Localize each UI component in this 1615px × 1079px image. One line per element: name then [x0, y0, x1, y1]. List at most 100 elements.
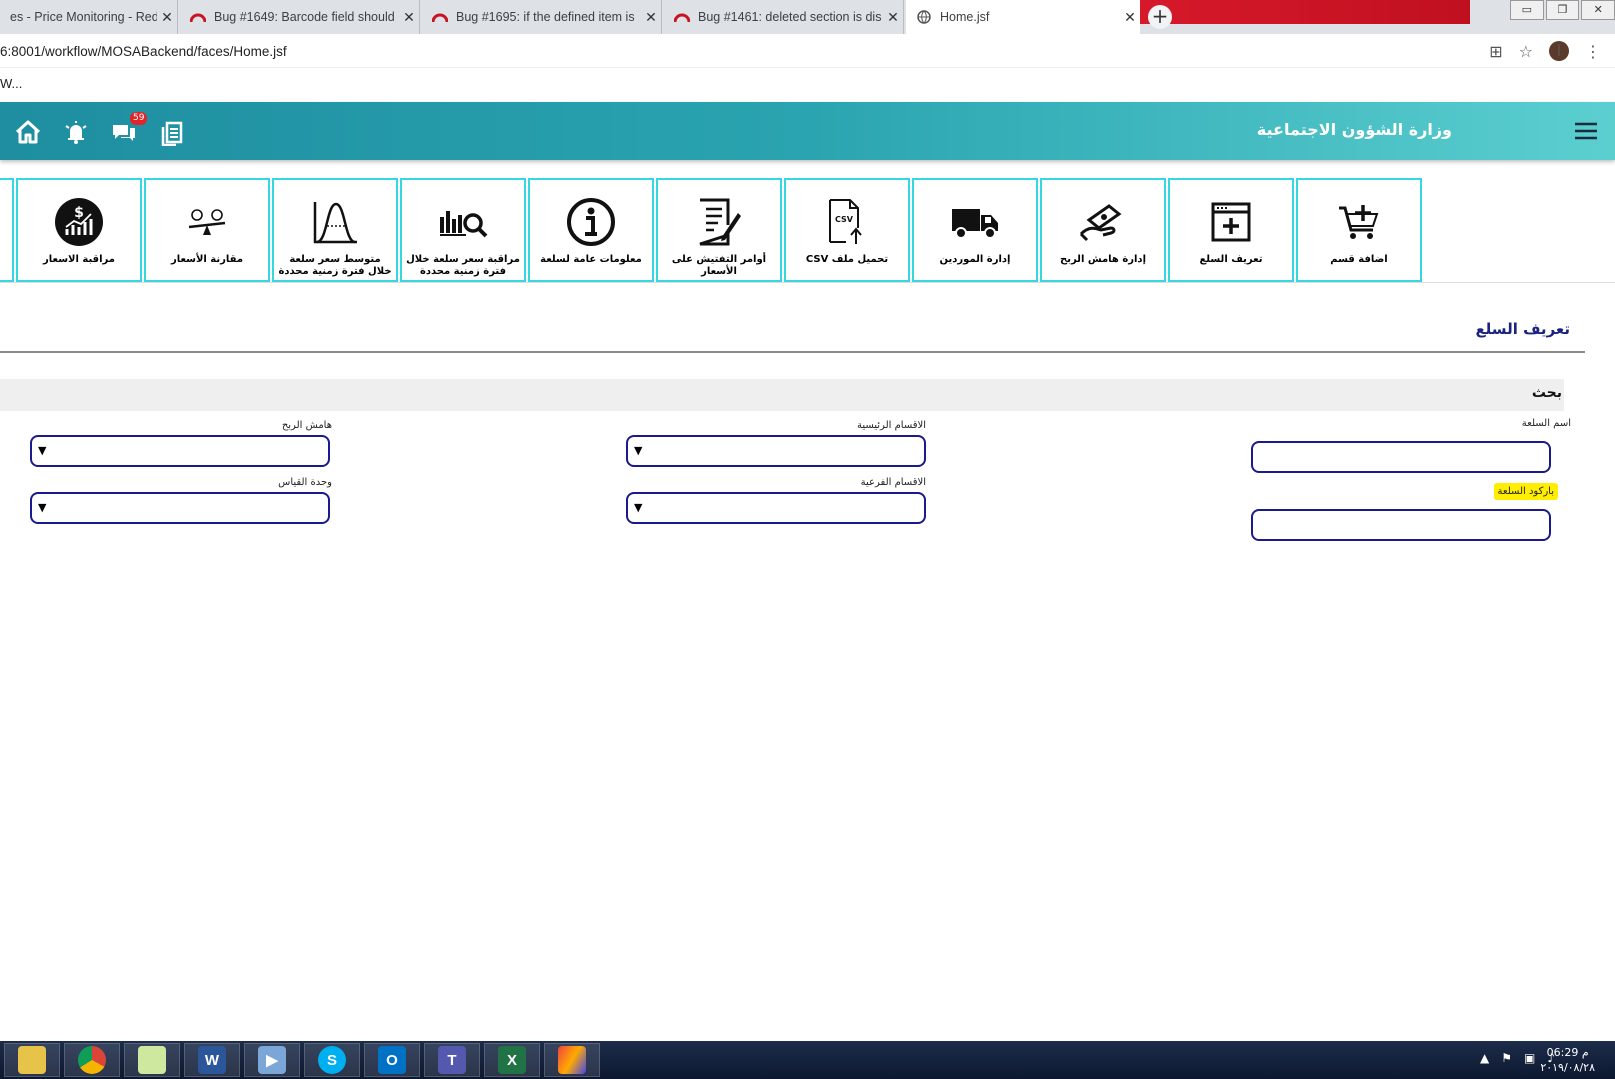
documents-icon[interactable]	[158, 118, 186, 147]
module-tiles: $ مراقبة الاسعار مقارنة الأسعار متوسط سع…	[0, 178, 1425, 282]
document-edit-icon	[693, 196, 745, 248]
tile-label: مراقبة سعر سلعة خلال فترة زمنية محددة	[406, 254, 520, 277]
tile-price-comparison[interactable]: مقارنة الأسعار	[144, 178, 270, 282]
info-icon	[565, 196, 617, 248]
tile-inspection-orders[interactable]: أوامر التفتيش على الأسعار	[656, 178, 782, 282]
minimize-icon[interactable]: ▭	[1510, 0, 1544, 20]
truck-icon	[949, 196, 1001, 248]
tile-csv-upload[interactable]: CSV تحميل ملف CSV	[784, 178, 910, 282]
window-controls: ▭ ❐ ✕	[1508, 0, 1615, 20]
taskbar-excel[interactable]: X	[484, 1043, 540, 1077]
tile-suppliers[interactable]: إدارة الموردين	[912, 178, 1038, 282]
new-tab-button[interactable]: +	[1148, 5, 1172, 29]
tile-label: إدارة الموردين	[939, 254, 1011, 265]
tile-label: معلومات عامة لسلعة	[540, 254, 642, 265]
browser-tab-3[interactable]: Bug #1695: if the defined item is ✕	[422, 0, 662, 34]
tab-title: Bug #1695: if the defined item is	[456, 10, 635, 24]
taskbar-skype[interactable]: S	[304, 1043, 360, 1077]
bookmark-star-icon[interactable]: ☆	[1519, 42, 1533, 61]
restore-icon[interactable]: ❐	[1545, 0, 1580, 20]
money-hand-icon	[1077, 196, 1129, 248]
tab-close-icon[interactable]: ✕	[883, 9, 903, 26]
taskbar-word[interactable]: W	[184, 1043, 240, 1077]
teams-icon: T	[438, 1046, 466, 1074]
search-label: بحث	[1531, 385, 1562, 401]
network-icon[interactable]: ▣	[1524, 1051, 1535, 1065]
scale-compare-icon	[181, 196, 233, 248]
flag-icon[interactable]: ⚑	[1501, 1051, 1512, 1065]
tray-arrow-icon[interactable]: ▲	[1480, 1051, 1489, 1065]
home-icon[interactable]	[14, 118, 42, 146]
skype-icon: S	[318, 1046, 346, 1074]
notification-badge: 59	[130, 112, 148, 125]
tab-title: Home.jsf	[940, 10, 990, 24]
profile-avatar[interactable]: I	[1549, 41, 1569, 61]
profit-margin-select[interactable]: ▼	[30, 435, 330, 467]
tab-title: es - Price Monitoring - Redm	[10, 10, 157, 24]
unit-select[interactable]: ▼	[30, 492, 330, 524]
barcode-input[interactable]	[1251, 509, 1551, 541]
browser-tab-2[interactable]: Bug #1649: Barcode field should ✕	[180, 0, 420, 34]
taskbar-outlook[interactable]: O	[364, 1043, 420, 1077]
taskbar-chrome[interactable]	[64, 1043, 120, 1077]
tile-add-section[interactable]: اضافة قسم	[1296, 178, 1422, 282]
tile-label: اضافة قسم	[1330, 254, 1388, 265]
app-header: 59 وزارة الشؤون الاجتماعية	[0, 102, 1615, 160]
folder-icon	[18, 1046, 46, 1074]
main-sections-select[interactable]: ▼	[626, 435, 926, 467]
tile-monitor-item-price[interactable]: مراقبة سعر سلعة خلال فترة زمنية محددة	[400, 178, 526, 282]
alarm-bell-icon[interactable]	[62, 118, 90, 146]
tile-label: أوامر التفتيش على الأسعار	[671, 254, 767, 277]
svg-text:$: $	[74, 205, 84, 221]
taskbar-media[interactable]: ▶	[244, 1043, 300, 1077]
tab-close-icon[interactable]: ✕	[157, 9, 177, 26]
tile-profit-margin[interactable]: إدارة هامش الربح	[1040, 178, 1166, 282]
barcode-label: باركود السلعة	[1493, 483, 1558, 500]
tile-partial	[0, 178, 14, 282]
chrome-icon	[78, 1046, 106, 1074]
tab-close-icon[interactable]: ✕	[1120, 9, 1140, 26]
taskbar-app[interactable]	[124, 1043, 180, 1077]
tile-price-monitoring[interactable]: $ مراقبة الاسعار	[16, 178, 142, 282]
tab-title: Bug #1461: deleted section is dis	[698, 10, 882, 24]
tile-label: مقارنة الأسعار	[170, 254, 244, 265]
browser-tab-4[interactable]: Bug #1461: deleted section is dis ✕	[664, 0, 904, 34]
tab-title: Bug #1649: Barcode field should	[214, 10, 395, 24]
sub-sections-label: الاقسام الفرعية	[860, 477, 926, 488]
main-sections-label: الاقسام الرئيسية	[856, 420, 926, 431]
close-window-icon[interactable]: ✕	[1581, 0, 1615, 20]
tile-average-price[interactable]: متوسط سعر سلعة خلال فترة زمنية محددة	[272, 178, 398, 282]
excel-icon: X	[498, 1046, 526, 1074]
tile-define-items[interactable]: تعريف السلع	[1168, 178, 1294, 282]
address-bar: 6:8001/workflow/MOSABackend/faces/Home.j…	[0, 34, 1615, 68]
browser-tab-active[interactable]: Home.jsf ✕	[906, 0, 1140, 34]
outlook-icon: O	[378, 1046, 406, 1074]
menu-dots-icon[interactable]: ⋮	[1585, 42, 1601, 61]
browser-tab-strip: es - Price Monitoring - Redm ✕ Bug #1649…	[0, 0, 1615, 34]
word-icon: W	[198, 1046, 226, 1074]
unit-label: وحدة القياس	[278, 477, 332, 488]
chevron-down-icon: ▼	[634, 444, 643, 457]
browser-tab-1[interactable]: es - Price Monitoring - Redm ✕	[0, 0, 178, 34]
item-name-label: اسم السلعة	[1521, 418, 1571, 429]
svg-text:CSV: CSV	[835, 215, 854, 224]
tab-close-icon[interactable]: ✕	[399, 9, 419, 26]
messages-icon[interactable]: 59	[110, 112, 148, 146]
tile-general-info[interactable]: معلومات عامة لسلعة	[528, 178, 654, 282]
app2-icon	[558, 1046, 586, 1074]
item-name-input[interactable]	[1251, 441, 1551, 473]
taskbar-explorer[interactable]	[4, 1043, 60, 1077]
translate-icon[interactable]: ⊞	[1489, 42, 1502, 61]
taskbar-app2[interactable]	[544, 1043, 600, 1077]
tab-close-icon[interactable]: ✕	[641, 9, 661, 26]
url-input[interactable]: 6:8001/workflow/MOSABackend/faces/Home.j…	[0, 44, 287, 59]
chevron-down-icon: ▼	[634, 501, 643, 514]
hamburger-menu-icon[interactable]	[1575, 122, 1597, 140]
taskbar-teams[interactable]: T	[424, 1043, 480, 1077]
taskbar-clock[interactable]: 06:29 م ٢٠١٩/٠٨/٢٨	[1540, 1045, 1595, 1075]
sub-sections-select[interactable]: ▼	[626, 492, 926, 524]
csv-upload-icon: CSV	[821, 196, 873, 248]
ministry-title: وزارة الشؤون الاجتماعية	[1256, 120, 1452, 139]
chart-app-icon	[138, 1046, 166, 1074]
bookmarks-bar[interactable]: W...	[0, 70, 22, 100]
